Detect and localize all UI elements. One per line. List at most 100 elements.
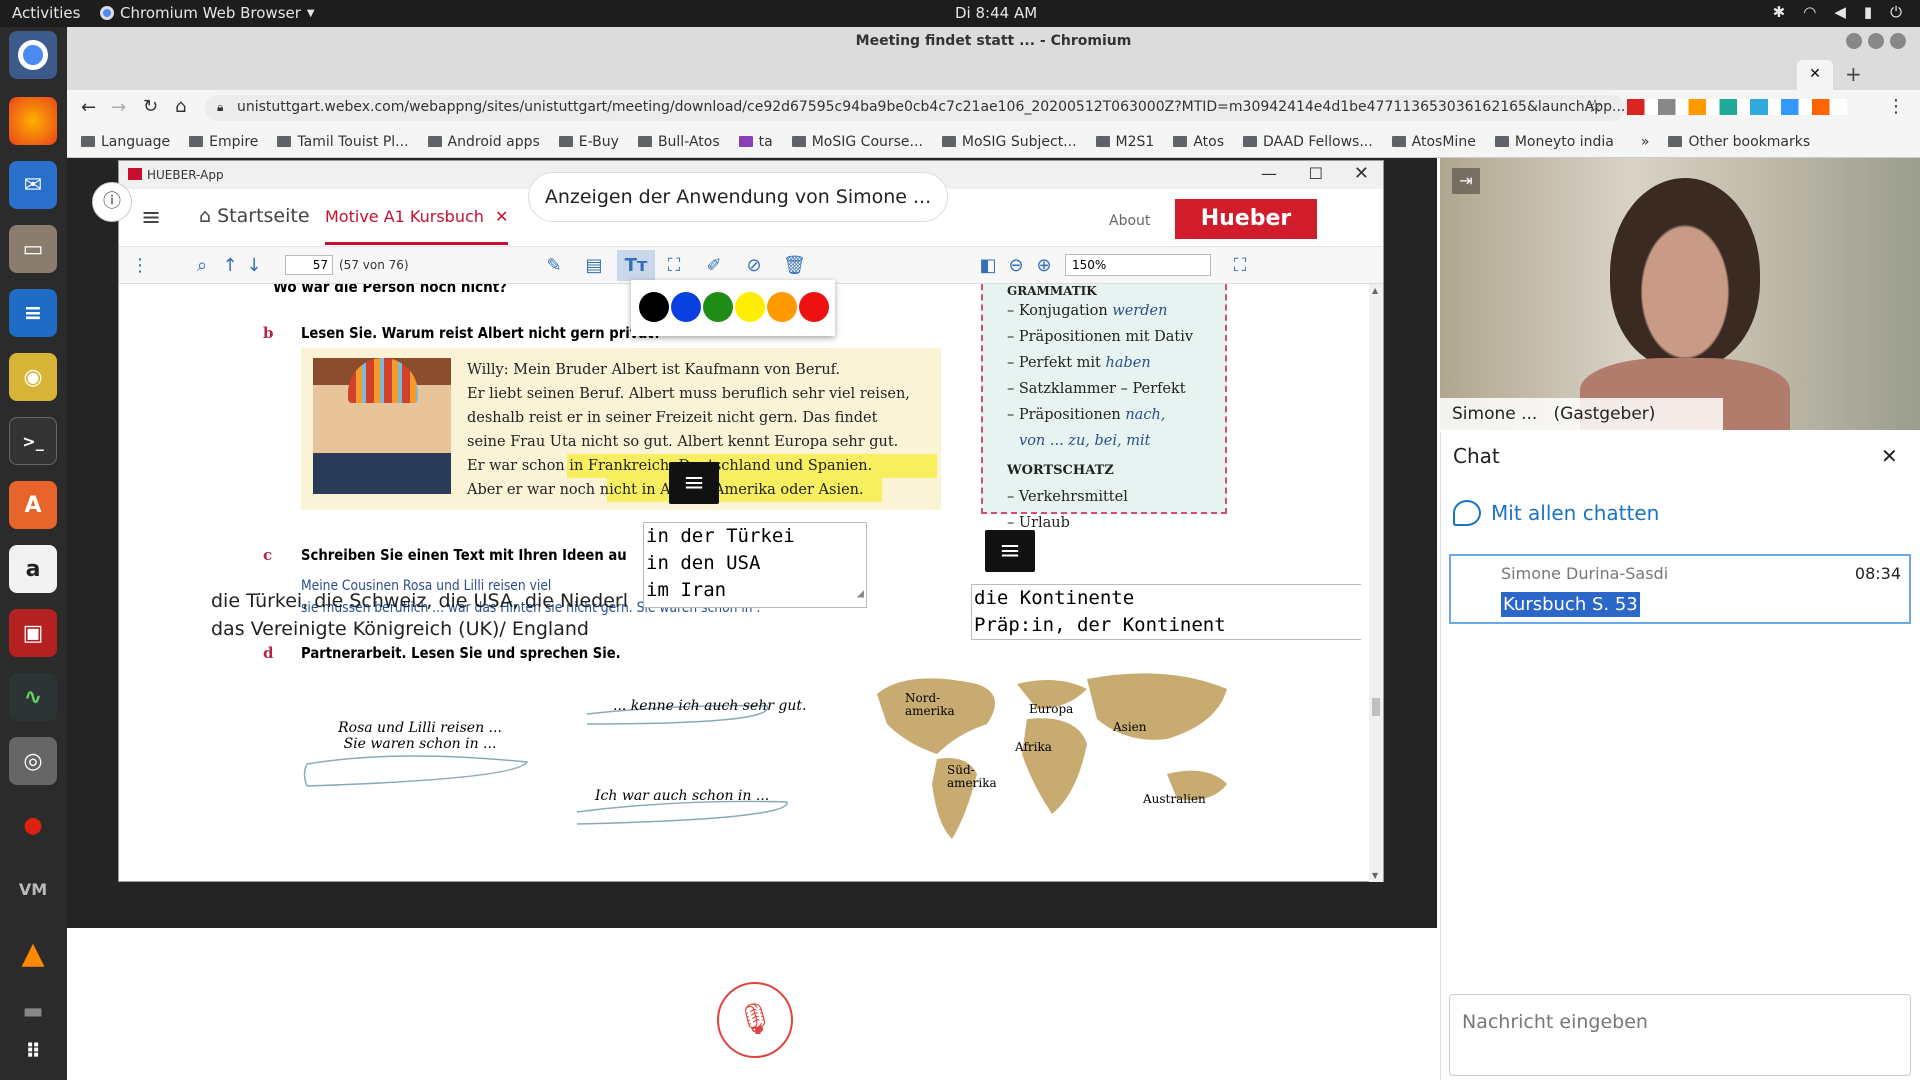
arrow-down-icon[interactable]: ↓ <box>243 255 265 277</box>
fullscreen-icon[interactable]: ⛶ <box>1229 255 1251 277</box>
hide-icon[interactable]: ⊘ <box>743 255 765 277</box>
amazon-icon[interactable]: a <box>9 545 57 593</box>
color-swatch-blue[interactable] <box>671 292 701 322</box>
home-icon[interactable]: ⌂ <box>175 96 186 117</box>
tab-strip[interactable]: ✕ + <box>67 56 1920 90</box>
show-apps-icon[interactable]: ⠿ <box>9 1027 57 1075</box>
screen-recorder-icon[interactable]: ▣ <box>9 609 57 657</box>
note-marker-icon[interactable]: ≡ <box>985 530 1035 572</box>
color-swatch-yellow[interactable] <box>735 292 765 322</box>
reload-icon[interactable]: ↻ <box>143 96 158 117</box>
bookmark-item[interactable]: Atos <box>1173 134 1224 150</box>
new-tab-icon[interactable]: + <box>1845 62 1862 86</box>
zoom-input[interactable] <box>1065 254 1211 276</box>
bookmark-item[interactable]: MoSIG Course... <box>791 134 923 150</box>
color-swatch-orange[interactable] <box>767 292 797 322</box>
writer-icon[interactable]: ≡ <box>9 289 57 337</box>
pdf-scrollbar[interactable]: ▲ ▼ <box>1369 284 1383 882</box>
menu-icon[interactable]: ⋮ <box>1887 96 1905 117</box>
minimize-icon[interactable]: — <box>1261 164 1277 183</box>
camera-icon[interactable]: ◎ <box>9 737 57 785</box>
scroll-thumb[interactable] <box>1372 698 1380 716</box>
extensions-icon[interactable] <box>1627 99 1847 115</box>
comment-icon[interactable]: ▤ <box>583 255 605 277</box>
chromium-launcher-icon[interactable] <box>9 31 57 79</box>
zoom-in-icon[interactable]: ⊕ <box>1033 255 1055 277</box>
activities-button[interactable]: Activities <box>12 4 80 22</box>
terminal-icon[interactable]: >_ <box>9 417 57 465</box>
hamburger-icon[interactable]: ≡ <box>141 203 161 231</box>
cherry-icon[interactable]: ● <box>9 801 57 849</box>
text-tool-icon[interactable]: Tт <box>617 250 655 281</box>
vlc-icon[interactable]: ▲ <box>9 929 57 977</box>
annotation-text-2[interactable]: das Vereinigte Königreich (UK)/ England <box>211 618 589 640</box>
bookmark-item[interactable]: DAAD Fellows... <box>1243 134 1373 150</box>
resize-handle-icon[interactable]: ◢ <box>857 580 864 607</box>
chat-channel[interactable]: Mit allen chatten <box>1453 500 1659 526</box>
more-icon[interactable]: ⋮ <box>129 255 151 277</box>
collapse-panel-icon[interactable]: ⇥ <box>1452 168 1480 194</box>
bookmark-item[interactable]: ta <box>738 134 773 150</box>
close-tab-icon[interactable]: ✕ <box>495 207 508 226</box>
color-swatch-red[interactable] <box>799 292 829 322</box>
bookmarks-overflow[interactable]: » <box>1641 134 1650 150</box>
other-bookmarks[interactable]: Other bookmarks <box>1668 134 1810 150</box>
note-marker-icon[interactable]: ≡ <box>669 462 719 504</box>
scroll-up-icon[interactable]: ▲ <box>1372 286 1378 295</box>
system-tray[interactable]: ✱ ◠ ◀ ▮ ⏻ <box>1773 3 1902 21</box>
home-link[interactable]: ⌂ Startseite <box>199 205 310 227</box>
annotation-text-1[interactable]: die Türkei, die Schweiz, die USA, die Ni… <box>211 590 628 612</box>
minimize-icon[interactable] <box>1846 33 1862 49</box>
mute-button[interactable]: 🎙︎ <box>717 982 793 1058</box>
active-tab[interactable]: ✕ <box>1797 60 1833 90</box>
zoom-out-icon[interactable]: ⊖ <box>1005 255 1027 277</box>
clock[interactable]: Di 8:44 AM <box>955 4 1037 22</box>
firefox-icon[interactable] <box>9 97 57 145</box>
url-bar[interactable]: 🔒︎ unistuttgart.webex.com/webappng/sites… <box>205 95 1625 121</box>
tab-kursbuch[interactable]: Motive A1 Kursbuch ✕ <box>325 207 509 245</box>
close-icon[interactable]: ✕ <box>1354 163 1369 184</box>
note-textbox-2[interactable]: die Kontinente Präp:in, der Kontinent ▲ … <box>971 584 1361 640</box>
vm-icon[interactable]: VM <box>9 865 57 913</box>
color-swatch-black[interactable] <box>639 292 669 322</box>
thunderbird-icon[interactable]: ✉ <box>9 161 57 209</box>
back-icon[interactable]: ← <box>81 97 96 118</box>
maximize-icon[interactable] <box>1868 33 1884 49</box>
system-monitor-icon[interactable]: ∿ <box>9 673 57 721</box>
select-area-icon[interactable]: ⛶ <box>663 255 685 277</box>
chat-message[interactable]: Simone Durina-Sasdi 08:34 Kursbuch S. 53 <box>1449 554 1911 624</box>
info-icon[interactable]: ⓘ <box>92 182 132 222</box>
bookmark-item[interactable]: M2S1 <box>1095 134 1154 150</box>
delete-icon[interactable]: 🗑︎ <box>783 255 806 277</box>
bookmark-item[interactable]: Bull-Atos <box>637 134 720 150</box>
bookmark-item[interactable]: Empire <box>189 134 258 150</box>
page-number-input[interactable] <box>285 255 333 275</box>
bookmark-item[interactable]: MoSIG Subject... <box>941 134 1077 150</box>
note-textbox-1[interactable]: in der Türkei in den USA im Iran ◢ <box>643 522 867 608</box>
color-swatch-green[interactable] <box>703 292 733 322</box>
bookmark-item[interactable]: E-Buy <box>558 134 619 150</box>
bookmark-item[interactable]: Moneyto india <box>1494 134 1614 150</box>
edit-icon[interactable]: ✐ <box>703 255 725 277</box>
bookmark-star-icon[interactable]: ☆ <box>1587 96 1603 117</box>
bookmark-item[interactable]: Tamil Touist Pl... <box>277 134 409 150</box>
forward-icon[interactable]: → <box>111 97 126 118</box>
bookmark-item[interactable]: Android apps <box>427 134 540 150</box>
about-link[interactable]: About <box>1109 213 1150 229</box>
sidebar-toggle-icon[interactable]: ◧ <box>977 255 999 277</box>
chat-input[interactable]: Nachricht eingeben <box>1449 994 1911 1076</box>
rhythmbox-icon[interactable]: ◉ <box>9 353 57 401</box>
scroll-down-icon[interactable]: ▼ <box>1372 871 1378 880</box>
pen-icon[interactable]: ✎ <box>543 255 565 277</box>
bookmark-item[interactable]: AtosMine <box>1391 134 1476 150</box>
maximize-icon[interactable]: ☐ <box>1309 164 1323 183</box>
arrow-up-icon[interactable]: ↑ <box>219 255 241 277</box>
close-chat-icon[interactable]: ✕ <box>1881 444 1898 468</box>
files-icon[interactable]: ▭ <box>9 225 57 273</box>
app-menu[interactable]: Chromium Web Browser ▼ <box>100 4 315 22</box>
search-icon[interactable]: ⌕ <box>191 255 213 277</box>
close-window-icon[interactable] <box>1890 33 1906 49</box>
bookmark-item[interactable]: Language <box>81 134 170 150</box>
software-center-icon[interactable]: A <box>9 481 57 529</box>
close-tab-icon[interactable]: ✕ <box>1809 66 1821 82</box>
